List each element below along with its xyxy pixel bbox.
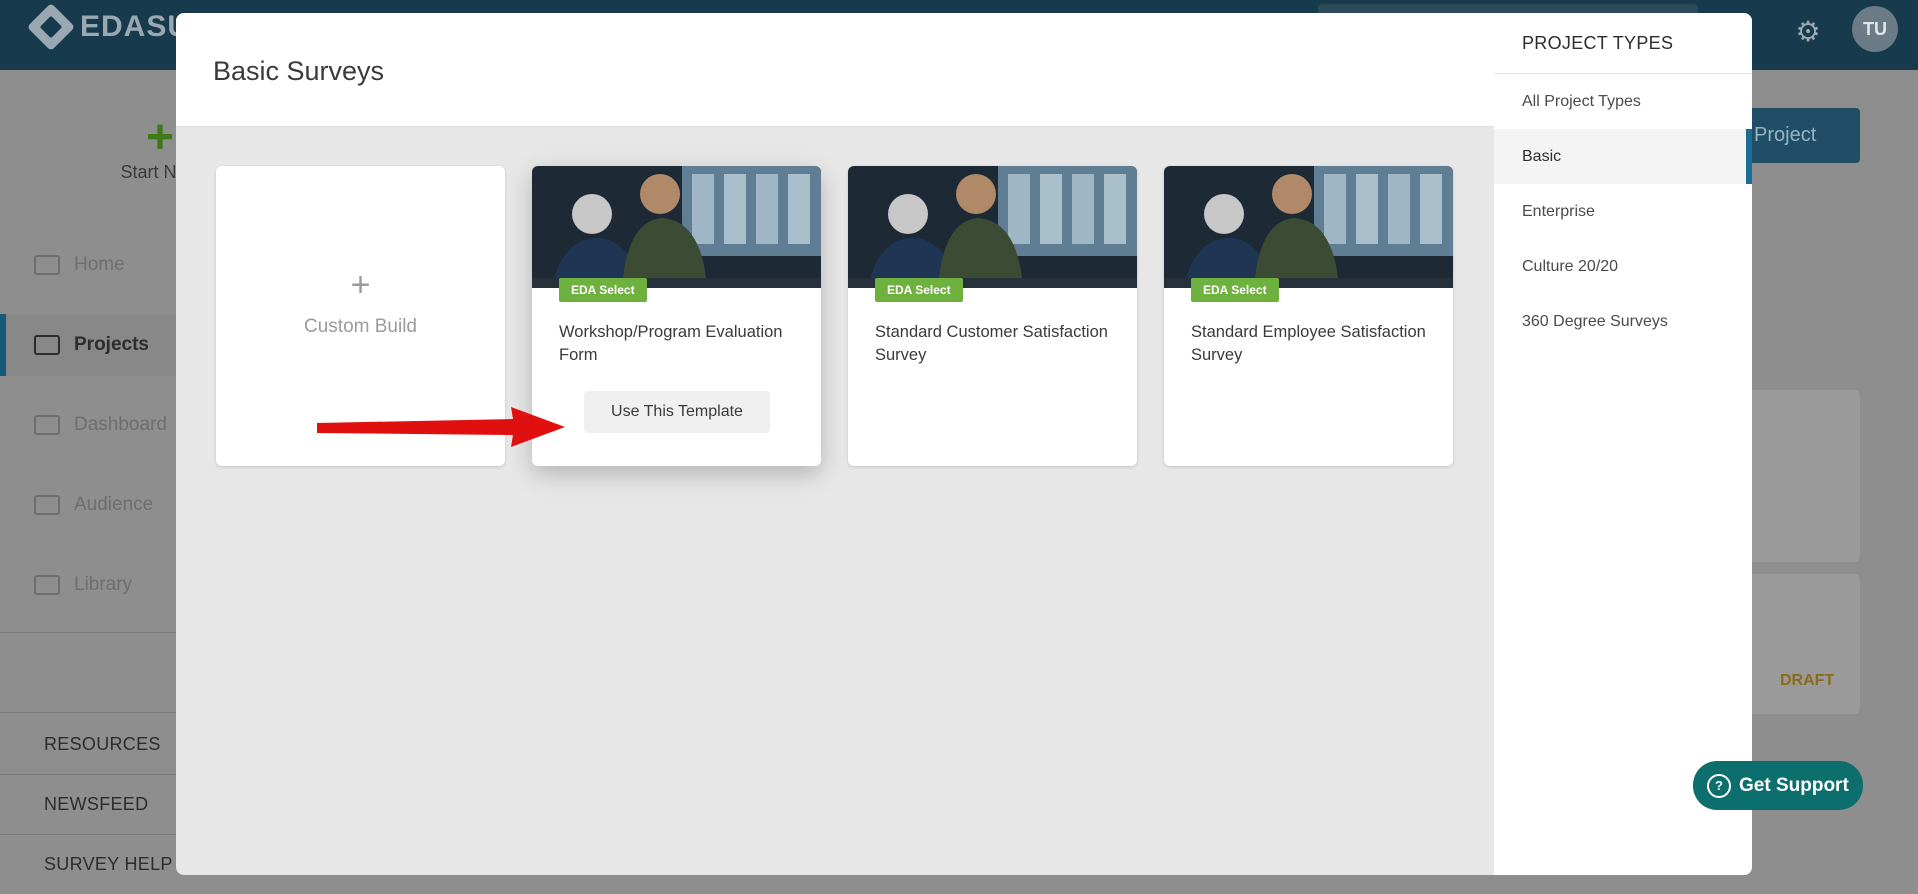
survey-help-link[interactable]: SURVEY HELP	[44, 854, 173, 875]
type-360-degree-surveys[interactable]: 360 Degree Surveys	[1494, 294, 1752, 349]
logo-mark-icon	[26, 2, 76, 52]
logo[interactable]: EDASU	[26, 2, 191, 52]
project-types-heading: PROJECT TYPES	[1494, 13, 1752, 74]
template-thumbnail	[1164, 166, 1453, 288]
eda-select-badge: EDA Select	[875, 278, 963, 302]
sidebar-item-label: Dashboard	[74, 414, 167, 435]
type-culture-2020[interactable]: Culture 20/20	[1494, 239, 1752, 294]
template-title: Standard Customer Satisfaction Survey	[875, 323, 1108, 364]
eda-select-badge: EDA Select	[1191, 278, 1279, 302]
books-icon	[34, 575, 60, 595]
sidebar-item-label: Projects	[74, 334, 149, 355]
modal-header: Basic Surveys	[176, 13, 1494, 127]
template-card[interactable]: EDA Select Standard Customer Satisfactio…	[848, 166, 1137, 466]
sidebar-item-label: Library	[74, 574, 133, 595]
type-basic[interactable]: Basic	[1494, 129, 1752, 184]
template-thumbnail	[532, 166, 821, 288]
people-icon	[34, 495, 60, 515]
red-arrow-icon	[317, 407, 565, 447]
question-icon: ?	[1707, 773, 1731, 798]
eda-select-badge: EDA Select	[559, 278, 647, 302]
template-photo	[1164, 166, 1453, 288]
avatar[interactable]: TU	[1852, 6, 1898, 52]
resources-link[interactable]: RESOURCES	[44, 734, 161, 755]
use-template-button[interactable]: Use This Template	[584, 391, 770, 433]
template-photo	[848, 166, 1137, 288]
newsfeed-link[interactable]: NEWSFEED	[44, 794, 148, 815]
modal-title: Basic Surveys	[213, 56, 385, 86]
folder-icon	[34, 335, 60, 355]
status-badge: DRAFT	[1780, 672, 1835, 689]
gear-icon[interactable]: ⚙	[1790, 14, 1826, 50]
plus-icon: +	[350, 266, 371, 304]
logo-text: EDASU	[80, 10, 191, 43]
sidebar-item-label: Audience	[74, 494, 154, 515]
chart-icon	[34, 415, 60, 435]
get-support-button[interactable]: ? Get Support	[1693, 761, 1863, 810]
template-thumbnail	[848, 166, 1137, 288]
template-photo	[532, 166, 821, 288]
template-card[interactable]: EDA Select Standard Employee Satisfactio…	[1164, 166, 1453, 466]
custom-build-label: Custom Build	[304, 316, 417, 337]
type-all-project-types[interactable]: All Project Types	[1494, 74, 1752, 129]
sidebar-item-label: Home	[74, 254, 125, 275]
template-title: Workshop/Program Evaluation Form	[559, 323, 783, 364]
home-icon	[34, 255, 60, 275]
template-modal: Basic Surveys + Custom Build EDA Select …	[176, 13, 1752, 875]
template-title: Standard Employee Satisfaction Survey	[1191, 323, 1426, 364]
type-enterprise[interactable]: Enterprise	[1494, 184, 1752, 239]
template-card[interactable]: EDA Select Workshop/Program Evaluation F…	[532, 166, 821, 466]
get-support-label: Get Support	[1739, 774, 1849, 796]
project-types-panel: PROJECT TYPES All Project Types Basic En…	[1494, 13, 1752, 875]
